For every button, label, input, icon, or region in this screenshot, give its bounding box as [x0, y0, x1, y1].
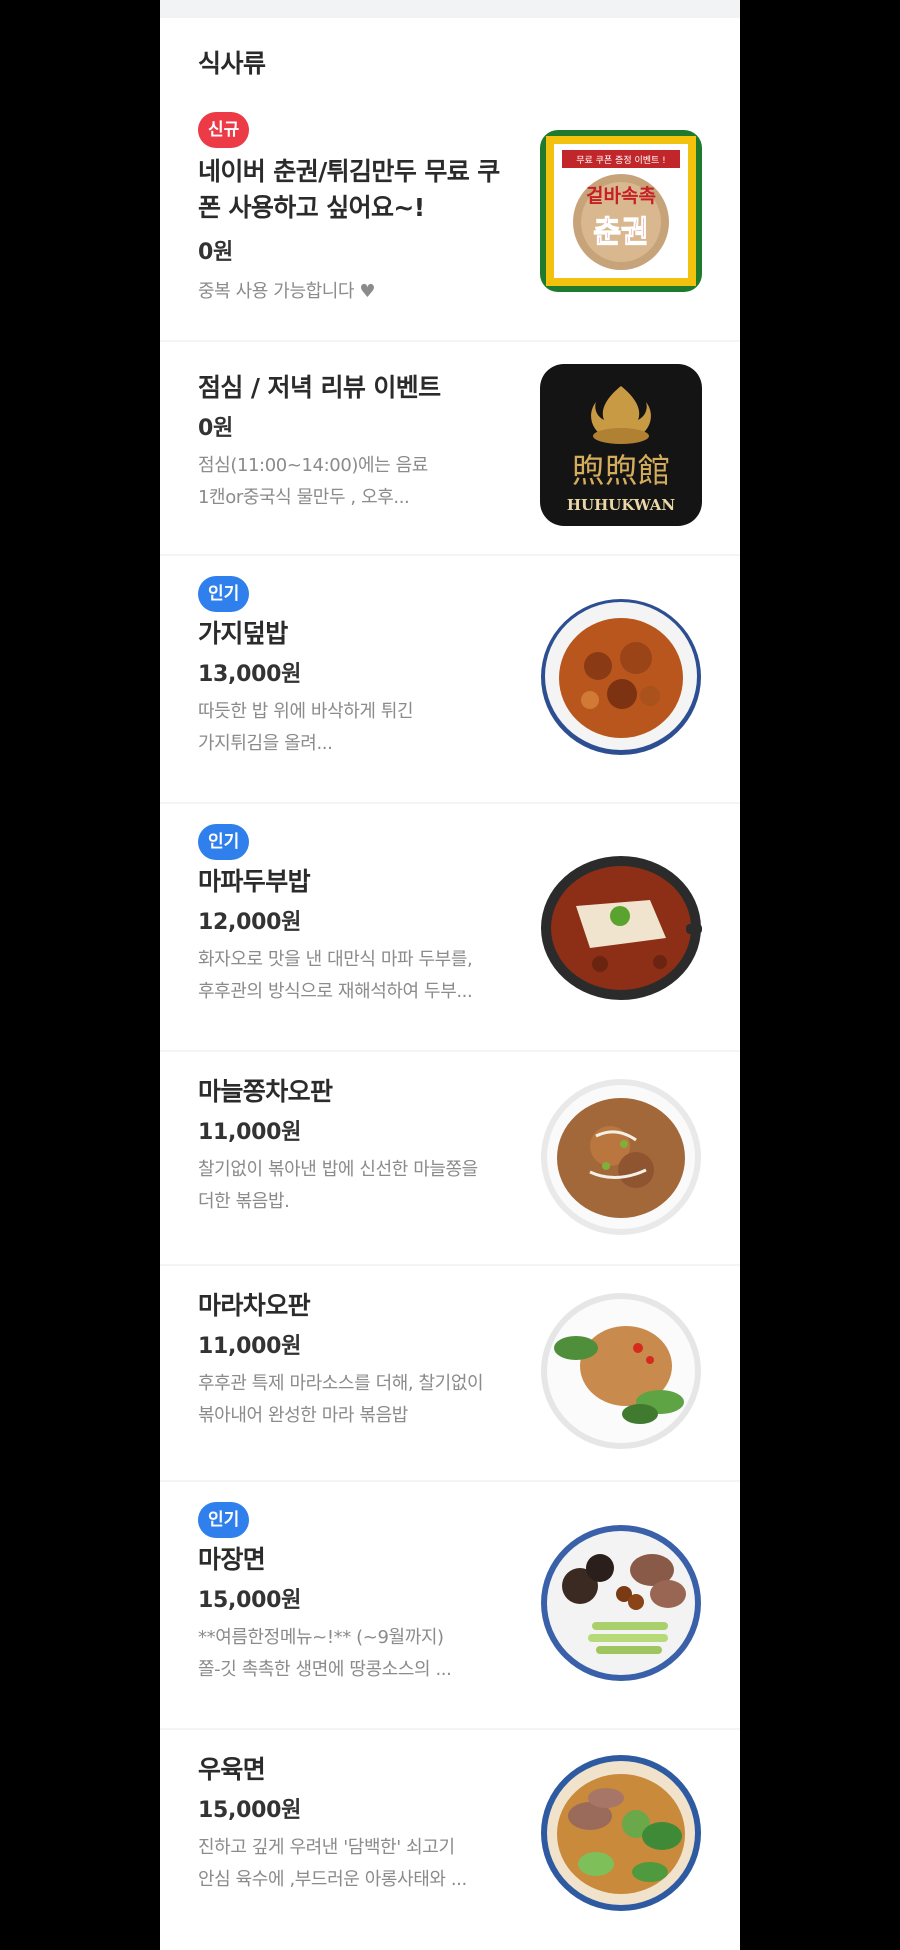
svg-text:HUHUKWAN: HUHUKWAN [567, 496, 676, 514]
item-price: 11,000원 [198, 1120, 302, 1145]
item-description: **여름한정메뉴~!** (~9월까지) 쫄-깃 촉촉한 생면에 땅콩소스의 .… [198, 1627, 452, 1680]
item-description: 진하고 깊게 우려낸 '담백한' 쇠고기 안심 육수에 ,부드러운 아롱사태와 … [198, 1837, 467, 1890]
item-name: 가지덮밥 [198, 619, 288, 648]
food-photo [540, 1076, 702, 1238]
popular-badge: 인기 [198, 824, 250, 860]
item-price: 0원 [198, 240, 233, 265]
menu-item-beef-noodle-soup[interactable]: 우육면 15,000원 진하고 깊게 우려낸 '담백한' 쇠고기 안심 육수에 … [160, 1730, 740, 1950]
menu-item-mala-fried-rice[interactable]: 마라차오판 11,000원 후후관 특제 마라소스를 더해, 찰기없이 볶아내어… [160, 1266, 740, 1482]
new-badge: 신규 [198, 112, 250, 148]
item-name: 마장면 [198, 1545, 266, 1574]
item-name: 마라차오판 [198, 1291, 311, 1320]
item-description: 화자오로 맛을 낸 대만식 마파 두부를, 후후관의 방식으로 재해석하여 두부… [198, 949, 473, 1002]
item-description: 중복 사용 가능합니다 ♥ [198, 281, 376, 302]
menu-item-mapo-tofu-rice[interactable]: 인기 마파두부밥 12,000원 화자오로 맛을 낸 대만식 마파 두부를, 후… [160, 804, 740, 1052]
menu-page: 식사류 신규 네이버 춘권/튀김만두 무료 쿠 폰 사용하고 싶어요~! 0원 … [160, 0, 740, 1950]
coupon-image: 무료 쿠폰 증정 이벤트 ! 겉바속촉 춘권 [540, 130, 702, 292]
restaurant-logo-image: 煦煦館 HUHUKWAN [540, 364, 702, 526]
popular-badge: 인기 [198, 1502, 250, 1538]
menu-item-garlic-stem-fried-rice[interactable]: 마늘쫑차오판 11,000원 찰기없이 볶아낸 밥에 신선한 마늘쫑을 더한 볶… [160, 1052, 740, 1266]
svg-text:무료 쿠폰 증정 이벤트 !: 무료 쿠폰 증정 이벤트 ! [576, 155, 666, 166]
food-photo [540, 844, 702, 1006]
food-photo [540, 1752, 702, 1914]
menu-item-spring-roll-coupon[interactable]: 신규 네이버 춘권/튀김만두 무료 쿠 폰 사용하고 싶어요~! 0원 중복 사… [160, 96, 740, 342]
item-price: 15,000원 [198, 1588, 302, 1613]
item-name: 네이버 춘권/튀김만두 무료 쿠 폰 사용하고 싶어요~! [198, 157, 500, 222]
svg-text:춘권: 춘권 [593, 215, 648, 250]
item-price: 15,000원 [198, 1798, 302, 1823]
item-description: 점심(11:00~14:00)에는 음료 1캔or중국식 물만두 , 오후... [198, 455, 428, 508]
svg-text:겉바속촉: 겉바속촉 [586, 185, 656, 207]
item-price: 13,000원 [198, 662, 302, 687]
menu-item-eggplant-rice[interactable]: 인기 가지덮밥 13,000원 따듯한 밥 위에 바삭하게 튀긴 가지튀김을 올… [160, 556, 740, 804]
item-description: 찰기없이 볶아낸 밥에 신선한 마늘쫑을 더한 볶음밥. [198, 1159, 478, 1212]
item-price: 12,000원 [198, 910, 302, 935]
item-description: 후후관 특제 마라소스를 더해, 찰기없이 볶아내어 완성한 마라 볶음밥 [198, 1373, 484, 1426]
svg-text:煦煦館: 煦煦館 [572, 451, 671, 490]
item-price: 0원 [198, 416, 233, 441]
item-price: 11,000원 [198, 1334, 302, 1359]
top-divider [160, 0, 740, 18]
section-title: 식사류 [198, 49, 266, 78]
item-name: 마파두부밥 [198, 867, 311, 896]
food-photo [540, 596, 702, 758]
item-name: 우육면 [198, 1755, 266, 1784]
item-description: 따듯한 밥 위에 바삭하게 튀긴 가지튀김을 올려... [198, 701, 414, 754]
menu-item-review-event[interactable]: 점심 / 저녁 리뷰 이벤트 0원 점심(11:00~14:00)에는 음료 1… [160, 342, 740, 556]
item-name: 마늘쫑차오판 [198, 1077, 333, 1106]
food-photo [540, 1290, 702, 1452]
item-name: 점심 / 저녁 리뷰 이벤트 [198, 373, 441, 402]
menu-item-majang-noodles[interactable]: 인기 마장면 15,000원 **여름한정메뉴~!** (~9월까지) 쫄-깃 … [160, 1482, 740, 1730]
popular-badge: 인기 [198, 576, 250, 612]
food-photo [540, 1522, 702, 1684]
